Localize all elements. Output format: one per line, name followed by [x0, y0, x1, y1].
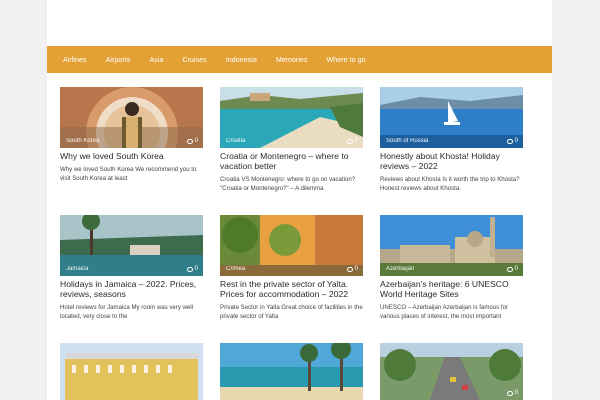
comment-icon	[506, 266, 513, 272]
post-title[interactable]: Why we loved South Korea	[60, 151, 203, 161]
comment-count: 0	[506, 138, 518, 144]
post-thumbnail[interactable]: South of Russia 0	[380, 87, 523, 148]
post-thumbnail[interactable]: Croatia 0	[220, 87, 363, 148]
post-card: Jamaica 0 Holidays in Jamaica – 2022. Pr…	[60, 215, 203, 321]
post-title[interactable]: Azerbaijan's heritage: 6 UNESCO World He…	[380, 279, 523, 299]
comment-count: 0	[506, 390, 518, 396]
comment-count-value: 0	[194, 138, 198, 144]
nav-item-airports[interactable]: Airports	[106, 55, 131, 64]
post-thumbnail[interactable]: Jamaica 0	[60, 215, 203, 276]
post-card: South of Russia 0 Honestly about Khosta!…	[380, 87, 523, 193]
comment-icon	[186, 266, 193, 272]
post-category[interactable]: Croatia	[226, 138, 245, 144]
comment-count-value: 0	[354, 266, 358, 272]
post-thumbnail[interactable]: Crimea 0	[220, 215, 363, 276]
post-category[interactable]: Crimea	[226, 266, 245, 272]
post-excerpt: Private Sector in Yalta Great choice of …	[220, 304, 363, 320]
post-card: Croatia 0 Croatia or Montenegro – where …	[220, 87, 363, 193]
thumbnail-image-beach	[220, 343, 363, 400]
main-navigation: Airlines Airports Asia Cruises Indonesia…	[47, 46, 552, 73]
post-card: South Korea 0 Why we loved South Korea W…	[60, 87, 203, 183]
comment-count: 0	[346, 266, 358, 272]
comment-count: 0	[186, 266, 198, 272]
comment-icon	[506, 390, 513, 396]
post-card: 0	[380, 343, 523, 400]
post-excerpt: Why we loved South Korea We recommend yo…	[60, 166, 197, 182]
post-card	[60, 343, 203, 400]
post-card: Azerbaijan 0 Azerbaijan's heritage: 6 UN…	[380, 215, 523, 321]
post-excerpt: UNESCO – Azerbaijan Azerbaijan is famous…	[380, 304, 509, 320]
comment-count: 0	[346, 138, 358, 144]
nav-item-cruises[interactable]: Cruises	[182, 55, 206, 64]
comment-icon	[506, 138, 513, 144]
nav-item-asia[interactable]: Asia	[149, 55, 163, 64]
post-title[interactable]: Honestly about Khosta! Holiday reviews –…	[380, 151, 523, 171]
post-thumbnail[interactable]: South Korea 0	[60, 87, 203, 148]
comment-count: 0	[186, 138, 198, 144]
comment-icon	[186, 138, 193, 144]
post-thumbnail[interactable]	[220, 343, 363, 400]
post-excerpt: Croatia VS Montenegro: where to go on va…	[220, 176, 356, 192]
post-title[interactable]: Rest in the private sector of Yalta. Pri…	[220, 279, 363, 299]
post-category[interactable]: Jamaica	[66, 266, 88, 272]
thumbnail-image-palace	[60, 343, 203, 400]
comment-icon	[346, 266, 353, 272]
post-excerpt: Hotel reviews for Jamaica My room was ve…	[60, 304, 194, 320]
thumbnail-image-street	[380, 343, 523, 400]
site-header	[47, 0, 552, 46]
post-thumbnail[interactable]	[60, 343, 203, 400]
nav-item-airlines[interactable]: Airlines	[63, 55, 87, 64]
comment-count-value: 0	[514, 266, 518, 272]
comment-icon	[346, 138, 353, 144]
post-card: Crimea 0 Rest in the private sector of Y…	[220, 215, 363, 321]
page-content: Airlines Airports Asia Cruises Indonesia…	[47, 0, 552, 400]
nav-item-indonesia[interactable]: Indonesia	[226, 55, 257, 64]
post-card	[220, 343, 363, 400]
comment-count-value: 0	[194, 266, 198, 272]
nav-item-memories[interactable]: Memories	[276, 55, 308, 64]
post-title[interactable]: Holidays in Jamaica – 2022. Prices, revi…	[60, 279, 203, 299]
nav-item-where-to-go[interactable]: Where to go	[326, 55, 365, 64]
comment-count: 0	[506, 266, 518, 272]
post-thumbnail[interactable]: 0	[380, 343, 523, 400]
post-category[interactable]: South Korea	[66, 138, 99, 144]
post-category[interactable]: South of Russia	[386, 138, 428, 144]
post-category[interactable]: Azerbaijan	[386, 266, 414, 272]
comment-count-value: 0	[514, 390, 518, 396]
post-excerpt: Reviews about Khosta Is it worth the tri…	[380, 176, 520, 192]
post-title[interactable]: Croatia or Montenegro – where to vacatio…	[220, 151, 363, 171]
post-thumbnail[interactable]: Azerbaijan 0	[380, 215, 523, 276]
comment-count-value: 0	[514, 138, 518, 144]
comment-count-value: 0	[354, 138, 358, 144]
